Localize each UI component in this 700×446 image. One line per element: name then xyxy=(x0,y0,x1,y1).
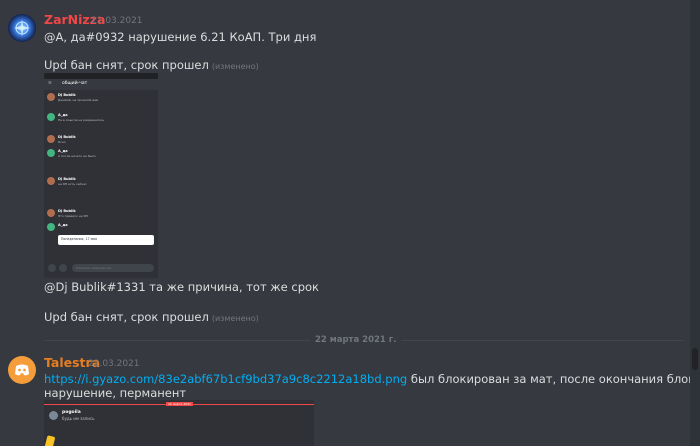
message-line: @A, да#0932 нарушение 6.21 КоАП. Три дня xyxy=(44,30,317,44)
user-avatar-talestra[interactable] xyxy=(8,356,36,384)
date-popup: Понедельник, 17 мая xyxy=(58,235,154,245)
scrollbar-thumb[interactable] xyxy=(692,348,698,370)
message-line: нарушение, перманент xyxy=(44,386,187,400)
attached-image[interactable]: ≡ общий-чат Dj Bublik Дживой, не прошлой… xyxy=(44,73,158,278)
message-input: Написать #общий-чат xyxy=(72,264,154,272)
message-line: @Dj Bublik#1331 та же причина, тот же ср… xyxy=(44,280,320,294)
edited-label: (изменено) xyxy=(211,314,259,323)
message-line: Upd бан снят, срок прошел (изменено) xyxy=(44,58,259,72)
channel-header: ≡ общий-чат xyxy=(44,79,158,90)
message-timestamp: 22.03.2021 xyxy=(88,359,140,369)
sparkle-icon xyxy=(14,19,30,37)
attached-image[interactable]: 22 марта 2021 pogoila будь им запись xyxy=(44,400,314,446)
gift-icon xyxy=(59,264,67,272)
menu-icon: ≡ xyxy=(48,81,52,86)
date-divider-label: 22 марта 2021 г. xyxy=(310,335,402,345)
message-link[interactable]: https://i.gyazo.com/83e2abf67b1cf9bd37a9… xyxy=(44,372,407,386)
discord-logo-icon xyxy=(15,364,29,376)
add-icon xyxy=(48,264,56,272)
message-timestamp: 21.03.2021 xyxy=(91,16,143,26)
message-line: https://i.gyazo.com/83e2abf67b1cf9bd37a9… xyxy=(44,372,690,386)
scrollbar[interactable] xyxy=(690,0,700,446)
user-avatar-zarnizza[interactable] xyxy=(8,14,36,42)
message-line: Upd бан снят, срок прошел (изменено) xyxy=(44,310,259,324)
chat-messages: ZarNizza 21.03.2021 @A, да#0932 нарушени… xyxy=(0,0,690,446)
edited-label: (изменено) xyxy=(211,62,259,71)
